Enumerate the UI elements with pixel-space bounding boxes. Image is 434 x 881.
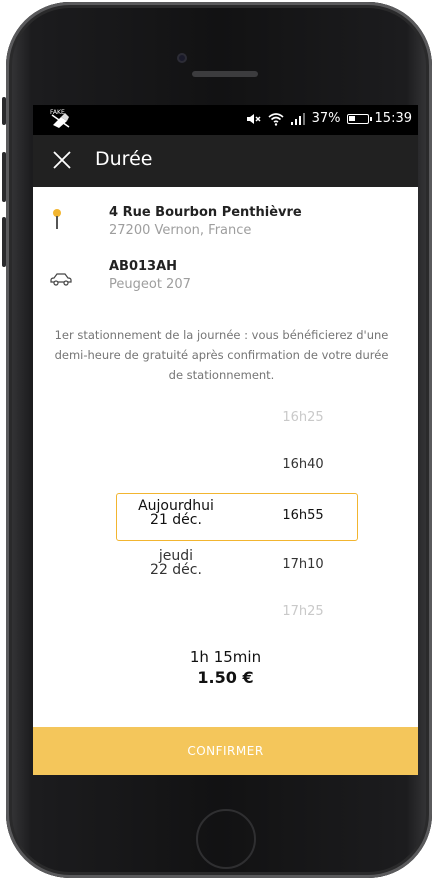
volume-down-button <box>2 217 6 267</box>
signal-icon <box>290 112 305 125</box>
day-name: jeudi <box>158 548 194 564</box>
time-option[interactable]: 16h40 <box>263 457 343 472</box>
battery-icon <box>346 113 372 124</box>
day-date: 22 déc. <box>150 562 202 578</box>
volume-up-button <box>2 152 6 202</box>
address-line2: 27200 Vernon, France <box>109 223 252 238</box>
battery-percent: 37% <box>311 111 341 126</box>
vehicle-model: Peugeot 207 <box>109 277 191 292</box>
confirm-button[interactable]: CONFIRMER <box>33 727 418 775</box>
app-screen: FAKE 37% 15:39 Durée 4 Rue Bourbon Penth… <box>33 105 418 775</box>
day-option[interactable]: jeudi 22 déc. <box>116 549 236 577</box>
earpiece-speaker <box>192 71 258 77</box>
day-date: 21 déc. <box>150 512 202 528</box>
page-title: Durée <box>95 148 153 170</box>
battery-fill <box>348 115 355 121</box>
time-option[interactable]: 16h25 <box>263 410 343 425</box>
price-value: 1.50 € <box>197 668 254 687</box>
wifi-icon <box>268 112 284 126</box>
app-header: Durée <box>33 135 418 187</box>
fake-gps-icon: FAKE <box>50 109 70 128</box>
clock: 15:39 <box>374 111 412 126</box>
car-icon <box>50 273 72 286</box>
time-option[interactable]: 17h10 <box>263 557 343 572</box>
status-bar: FAKE 37% 15:39 <box>33 105 418 135</box>
address-line1: 4 Rue Bourbon Penthièvre <box>109 205 302 220</box>
duration-value: 1h 15min <box>189 648 262 666</box>
close-icon[interactable] <box>51 149 73 171</box>
time-option-selected[interactable]: 16h55 <box>263 508 343 523</box>
map-pin-icon <box>53 209 61 229</box>
front-camera <box>177 53 187 63</box>
day-name: Aujourdhui <box>138 498 214 514</box>
home-button[interactable] <box>196 809 256 869</box>
mute-switch <box>2 97 6 125</box>
volume-muted-icon <box>246 113 261 124</box>
time-option[interactable]: 17h25 <box>263 604 343 619</box>
day-option-selected[interactable]: Aujourdhui 21 déc. <box>116 499 236 527</box>
vehicle-plate: AB013AH <box>109 259 178 274</box>
free-parking-info: 1er stationnement de la journée : vous b… <box>54 328 389 382</box>
